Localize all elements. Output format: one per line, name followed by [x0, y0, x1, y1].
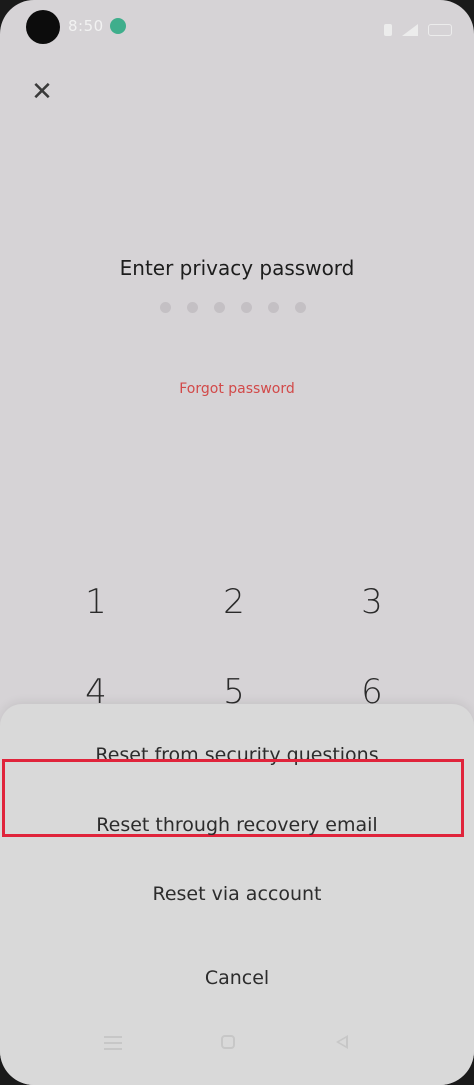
reset-recovery-email-option[interactable]: Reset through recovery email [0, 814, 474, 836]
forgot-password-link[interactable]: Forgot password [0, 381, 474, 397]
phone-screen: 8:50 ✕ Enter privacy password Forgot pas… [0, 0, 474, 1085]
phone-call-icon [110, 18, 126, 34]
password-dot [268, 302, 279, 313]
close-icon[interactable]: ✕ [28, 78, 56, 106]
page-title: Enter privacy password [119, 256, 355, 280]
cancel-button[interactable]: Cancel [0, 967, 474, 989]
password-dot [187, 302, 198, 313]
signal-icon [402, 24, 418, 36]
back-icon[interactable] [336, 1035, 348, 1049]
navigation-bar [0, 1026, 474, 1066]
status-time: 8:50 [68, 17, 104, 35]
password-dot [241, 302, 252, 313]
battery-icon [428, 24, 452, 36]
key-2[interactable]: 2 [194, 582, 274, 622]
status-icons [384, 24, 452, 36]
vibrate-icon [384, 24, 392, 36]
password-dot [295, 302, 306, 313]
key-3[interactable]: 3 [332, 582, 412, 622]
menu-icon[interactable] [104, 1036, 122, 1050]
password-dots [160, 302, 306, 313]
camera-hole [26, 10, 60, 44]
key-1[interactable]: 1 [56, 582, 136, 622]
password-dot [160, 302, 171, 313]
home-icon[interactable] [221, 1035, 235, 1049]
reset-via-account-option[interactable]: Reset via account [0, 883, 474, 905]
password-dot [214, 302, 225, 313]
